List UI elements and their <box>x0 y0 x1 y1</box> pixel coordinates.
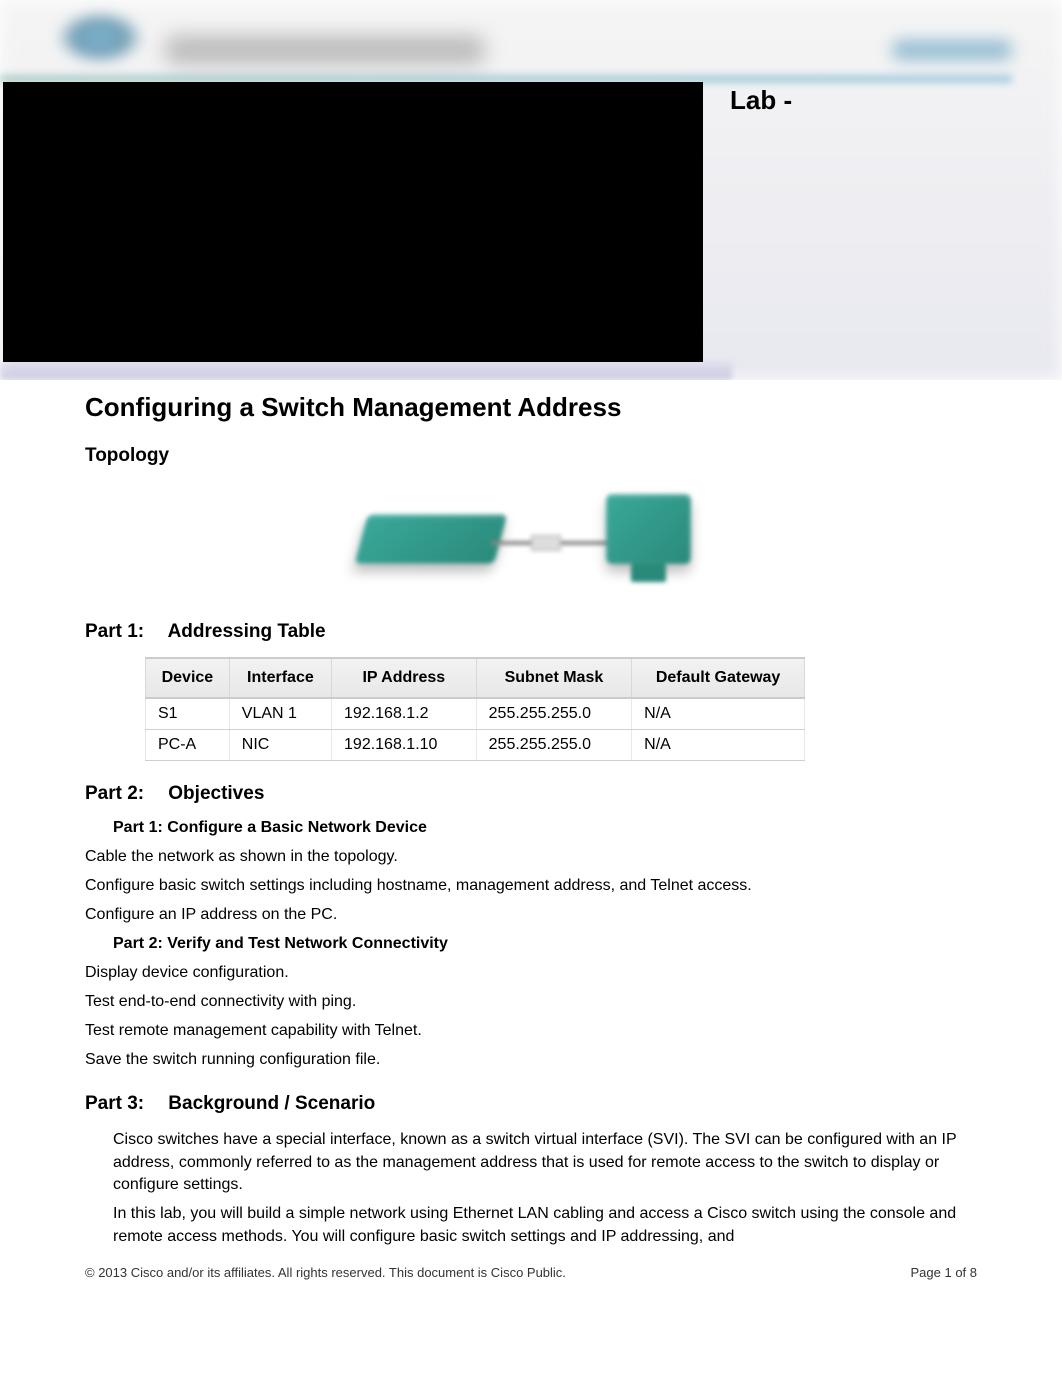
cell: 192.168.1.10 <box>332 730 477 761</box>
background-para: In this lab, you will build a simple net… <box>113 1203 977 1248</box>
part1-heading: Part 1: Addressing Table <box>85 621 977 643</box>
document-content: Configuring a Switch Management Address … <box>0 380 1062 1295</box>
th-mask: Subnet Mask <box>476 658 632 698</box>
cell: PC-A <box>146 730 230 761</box>
objective-line: Test remote management capability with T… <box>85 1019 977 1042</box>
part2-label: Part 2: <box>85 783 163 805</box>
header-blurred-region: Lab - <box>0 0 1062 380</box>
part2-title: Objectives <box>168 783 264 804</box>
objectives-sub2: Part 2: Verify and Test Network Connecti… <box>113 935 977 953</box>
part3-heading: Part 3: Background / Scenario <box>85 1093 977 1115</box>
cell: 255.255.255.0 <box>476 730 632 761</box>
background-para: Cisco switches have a special interface,… <box>113 1129 977 1196</box>
page-number: Page 1 of 8 <box>911 1265 978 1280</box>
addressing-table: Device Interface IP Address Subnet Mask … <box>145 657 805 761</box>
part3-label: Part 3: <box>85 1093 163 1115</box>
cable-label-icon <box>531 535 561 551</box>
topology-heading: Topology <box>85 445 977 467</box>
page-footer: © 2013 Cisco and/or its affiliates. All … <box>85 1265 977 1280</box>
part3-title: Background / Scenario <box>168 1093 375 1114</box>
cell: VLAN 1 <box>229 698 331 730</box>
cell: N/A <box>632 730 805 761</box>
cisco-logo-blur <box>55 10 145 65</box>
objective-line: Save the switch running configuration fi… <box>85 1048 977 1071</box>
table-header-row: Device Interface IP Address Subnet Mask … <box>146 658 805 698</box>
lab-label: Lab - <box>730 85 792 116</box>
th-interface: Interface <box>229 658 331 698</box>
copyright-text: © 2013 Cisco and/or its affiliates. All … <box>85 1265 566 1280</box>
objective-line: Configure basic switch settings includin… <box>85 874 977 897</box>
part2-heading: Part 2: Objectives <box>85 783 977 805</box>
redacted-black-box <box>3 82 703 362</box>
objective-line: Configure an IP address on the PC. <box>85 903 977 926</box>
topology-diagram <box>331 479 731 599</box>
th-ip: IP Address <box>332 658 477 698</box>
header-bottom-glow <box>0 362 732 380</box>
objective-line: Test end-to-end connectivity with ping. <box>85 990 977 1013</box>
table-row: PC-A NIC 192.168.1.10 255.255.255.0 N/A <box>146 730 805 761</box>
pc-icon <box>606 494 691 564</box>
part1-title: Addressing Table <box>168 621 326 642</box>
table-row: S1 VLAN 1 192.168.1.2 255.255.255.0 N/A <box>146 698 805 730</box>
cell: 192.168.1.2 <box>332 698 477 730</box>
cell: NIC <box>229 730 331 761</box>
document-title: Configuring a Switch Management Address <box>85 392 977 423</box>
th-device: Device <box>146 658 230 698</box>
part1-label: Part 1: <box>85 621 163 643</box>
header-title-blur <box>165 35 485 65</box>
switch-icon <box>354 514 507 563</box>
objectives-sub1: Part 1: Configure a Basic Network Device <box>113 819 977 837</box>
cell: N/A <box>632 698 805 730</box>
cell: S1 <box>146 698 230 730</box>
objective-line: Cable the network as shown in the topolo… <box>85 845 977 868</box>
objective-line: Display device configuration. <box>85 961 977 984</box>
header-right-blur <box>892 40 1012 60</box>
th-gateway: Default Gateway <box>632 658 805 698</box>
cell: 255.255.255.0 <box>476 698 632 730</box>
